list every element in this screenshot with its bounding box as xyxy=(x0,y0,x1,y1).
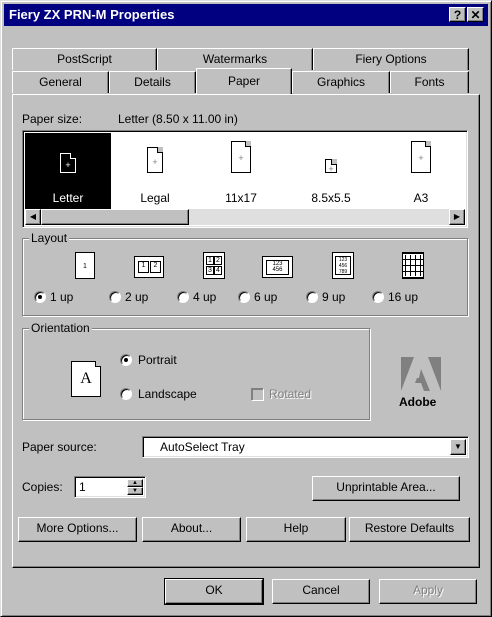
paper-item-label: 11x17 xyxy=(225,191,257,205)
page-icon: + xyxy=(147,147,163,173)
layout-legend: Layout xyxy=(29,231,70,245)
scrollbar-thumb[interactable] xyxy=(41,209,189,225)
layout-4up-icon: 1 2 3 4 xyxy=(203,252,225,279)
cancel-button[interactable]: Cancel xyxy=(272,579,370,604)
paper-item-11x17[interactable]: + 11x17 xyxy=(201,133,281,209)
copies-label: Copies: xyxy=(22,480,63,494)
spin-down-icon[interactable]: ▼ xyxy=(127,487,143,495)
paper-item-a3[interactable]: + A3 xyxy=(381,133,461,209)
paper-list-scrollbar[interactable]: ◀ ▶ xyxy=(25,209,465,225)
paper-item-letter[interactable]: + Letter xyxy=(25,133,111,209)
ok-button[interactable]: OK xyxy=(164,578,264,605)
close-button[interactable]: ✕ xyxy=(467,7,484,22)
radio-2up[interactable] xyxy=(109,291,121,303)
page-icon: + xyxy=(325,159,337,173)
paper-source-select[interactable]: AutoSelect Tray ▼ xyxy=(142,436,469,458)
paper-item-label: 8.5x5.5 xyxy=(311,191,351,205)
title-bar[interactable]: Fiery ZX PRN-M Properties ? ✕ xyxy=(4,4,488,26)
tab-fonts[interactable]: Fonts xyxy=(390,71,469,93)
properties-dialog: Fiery ZX PRN-M Properties ? ✕ PostScript… xyxy=(0,0,492,617)
page-icon: + xyxy=(231,141,251,173)
paper-item-label: Legal xyxy=(140,191,170,205)
adobe-logo-text: Adobe xyxy=(399,395,437,409)
page-icon: + xyxy=(60,153,76,173)
scroll-left-arrow-icon[interactable]: ◀ xyxy=(25,209,41,225)
layout-16up-icon xyxy=(402,252,424,279)
label-6up[interactable]: 6 up xyxy=(254,290,277,304)
tab-fiery-options[interactable]: Fiery Options xyxy=(313,48,469,70)
restore-defaults-button[interactable]: Restore Defaults xyxy=(349,517,470,542)
scroll-right-arrow-icon[interactable]: ▶ xyxy=(449,209,465,225)
layout-2up-icon: 1 2 xyxy=(134,256,164,278)
apply-button[interactable]: Apply xyxy=(379,579,477,604)
paper-size-label: Paper size: xyxy=(22,112,83,126)
page-icon: + xyxy=(411,141,431,173)
tab-watermarks[interactable]: Watermarks xyxy=(157,48,313,70)
tab-postscript[interactable]: PostScript xyxy=(12,48,157,70)
label-16up[interactable]: 16 up xyxy=(388,290,418,304)
orientation-portrait-icon: A xyxy=(71,361,101,397)
tab-general[interactable]: General xyxy=(12,71,109,93)
radio-16up[interactable] xyxy=(372,291,384,303)
tab-paper[interactable]: Paper xyxy=(196,68,292,94)
adobe-logo: Adobe xyxy=(396,357,446,415)
more-options-button[interactable]: More Options... xyxy=(18,517,137,542)
label-landscape[interactable]: Landscape xyxy=(138,387,197,401)
radio-6up[interactable] xyxy=(238,291,250,303)
orientation-icon-letter: A xyxy=(80,370,92,387)
radio-portrait[interactable] xyxy=(120,354,132,366)
paper-size-list[interactable]: + Letter + Legal + 11x17 + 8.5x5.5 + A3 … xyxy=(22,130,468,228)
spin-up-icon[interactable]: ▲ xyxy=(127,479,143,487)
tab-details[interactable]: Details xyxy=(109,71,196,93)
checkbox-rotated[interactable] xyxy=(251,388,264,401)
window-title: Fiery ZX PRN-M Properties xyxy=(9,7,175,22)
paper-size-value: Letter (8.50 x 11.00 in) xyxy=(118,112,238,126)
dropdown-arrow-icon[interactable]: ▼ xyxy=(450,439,466,455)
paper-item-8x5[interactable]: + 8.5x5.5 xyxy=(291,133,371,209)
paper-item-label: Letter xyxy=(52,191,84,205)
radio-landscape[interactable] xyxy=(120,388,132,400)
label-4up[interactable]: 4 up xyxy=(193,290,216,304)
help-title-button[interactable]: ? xyxy=(449,7,466,22)
about-button[interactable]: About... xyxy=(142,517,241,542)
layout-1up-icon: 1 xyxy=(75,252,95,279)
help-button[interactable]: Help xyxy=(246,517,346,542)
paper-source-value: AutoSelect Tray xyxy=(160,440,245,454)
label-2up[interactable]: 2 up xyxy=(125,290,148,304)
radio-9up[interactable] xyxy=(306,291,318,303)
orientation-legend: Orientation xyxy=(29,321,92,335)
radio-1up[interactable] xyxy=(34,291,46,303)
paper-source-label: Paper source: xyxy=(22,440,97,454)
label-9up[interactable]: 9 up xyxy=(322,290,345,304)
paper-item-label: A3 xyxy=(413,191,429,205)
paper-item-legal[interactable]: + Legal xyxy=(115,133,195,209)
unprintable-area-button[interactable]: Unprintable Area... xyxy=(312,476,460,501)
paper-tab-panel: Paper size: Letter (8.50 x 11.00 in) + L… xyxy=(12,94,480,568)
layout-9up-icon: 123 456 789 xyxy=(332,252,354,279)
copies-value[interactable]: 1 xyxy=(79,480,86,494)
tab-graphics[interactable]: Graphics xyxy=(292,71,390,93)
layout-6up-icon: 123 456 xyxy=(262,256,293,278)
radio-4up[interactable] xyxy=(177,291,189,303)
label-portrait[interactable]: Portrait xyxy=(138,353,177,367)
copies-spinner[interactable]: 1 ▲ ▼ xyxy=(74,476,146,498)
label-rotated[interactable]: Rotated xyxy=(269,387,311,401)
label-1up[interactable]: 1 up xyxy=(50,290,73,304)
